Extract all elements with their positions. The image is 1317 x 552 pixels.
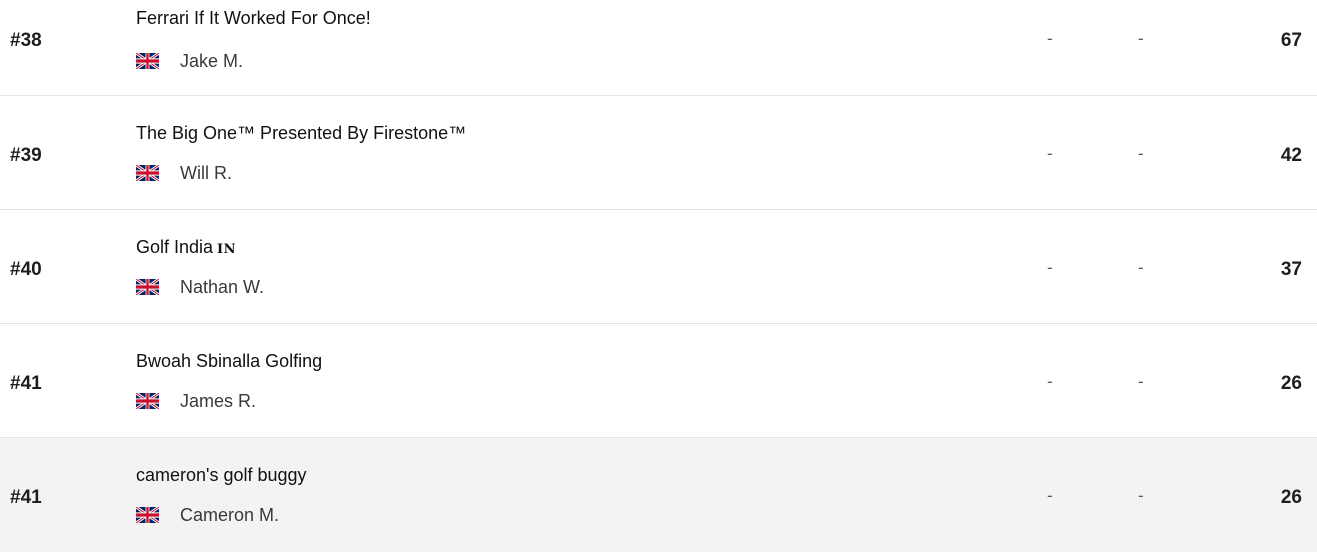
rank: #40 [10, 259, 42, 280]
stat-value: - [1047, 144, 1053, 163]
manager: Cameron M. [136, 504, 279, 526]
team-name-link[interactable]: Ferrari If It Worked For Once! [136, 8, 371, 29]
manager-name: Cameron M. [180, 504, 280, 525]
manager-name: Jake M. [180, 50, 244, 71]
table-row[interactable]: #38 Ferrari If It Worked For Once! Jake … [0, 0, 1317, 96]
points: 67 [1280, 30, 1302, 51]
team-name-text: cameron's golf buggy [136, 465, 307, 485]
stat-value: - [1138, 486, 1144, 505]
manager: Will R. [136, 162, 232, 184]
uk-flag-icon [136, 279, 159, 295]
stat-value: - [1138, 372, 1144, 391]
team-name-link[interactable]: Bwoah Sbinalla Golfing [136, 351, 322, 372]
stat-value: - [1138, 144, 1144, 163]
uk-flag-icon [136, 53, 159, 69]
stat-value: - [1047, 372, 1053, 391]
manager: Jake M. [136, 50, 243, 72]
rank: #41 [10, 373, 42, 394]
uk-flag-icon [136, 507, 159, 523]
manager-name: Will R. [180, 162, 232, 183]
table-row[interactable]: #40 Golf India IN Nathan W. - - 37 [0, 210, 1317, 324]
points: 42 [1280, 145, 1302, 166]
team-name-link[interactable]: The Big One™ Presented By Firestone™ [136, 123, 466, 144]
rank: #41 [10, 487, 42, 508]
manager-name: Nathan W. [180, 276, 265, 297]
stat-value: - [1047, 486, 1053, 505]
team-name-link[interactable]: Golf India IN [136, 237, 236, 258]
team-name-text: Golf India [136, 237, 214, 257]
stat-value: - [1138, 258, 1144, 277]
team-name-text: The Big One™ Presented By Firestone™ [136, 123, 467, 143]
stat-value: - [1138, 29, 1144, 48]
uk-flag-icon [136, 165, 159, 181]
manager: Nathan W. [136, 276, 264, 298]
rank: #39 [10, 145, 42, 166]
table-row[interactable]: #41 Bwoah Sbinalla Golfing James R. - - … [0, 324, 1317, 438]
leaderboard-table: #38 Ferrari If It Worked For Once! Jake … [0, 0, 1317, 552]
team-name-link[interactable]: cameron's golf buggy [136, 465, 307, 486]
manager: James R. [136, 390, 256, 412]
manager-name: James R. [180, 390, 257, 411]
table-row[interactable]: #39 The Big One™ Presented By Firestone™… [0, 96, 1317, 210]
uk-flag-icon [136, 393, 159, 409]
table-row[interactable]: #41 cameron's golf buggy Cameron M. - - … [0, 438, 1317, 552]
team-name-text: Bwoah Sbinalla Golfing [136, 351, 323, 371]
rank: #38 [10, 30, 42, 51]
points: 26 [1280, 373, 1302, 394]
team-tag: IN [217, 242, 237, 257]
points: 37 [1280, 259, 1302, 280]
team-name-text: Ferrari If It Worked For Once! [136, 8, 371, 28]
points: 26 [1280, 487, 1302, 508]
stat-value: - [1047, 29, 1053, 48]
stat-value: - [1047, 258, 1053, 277]
